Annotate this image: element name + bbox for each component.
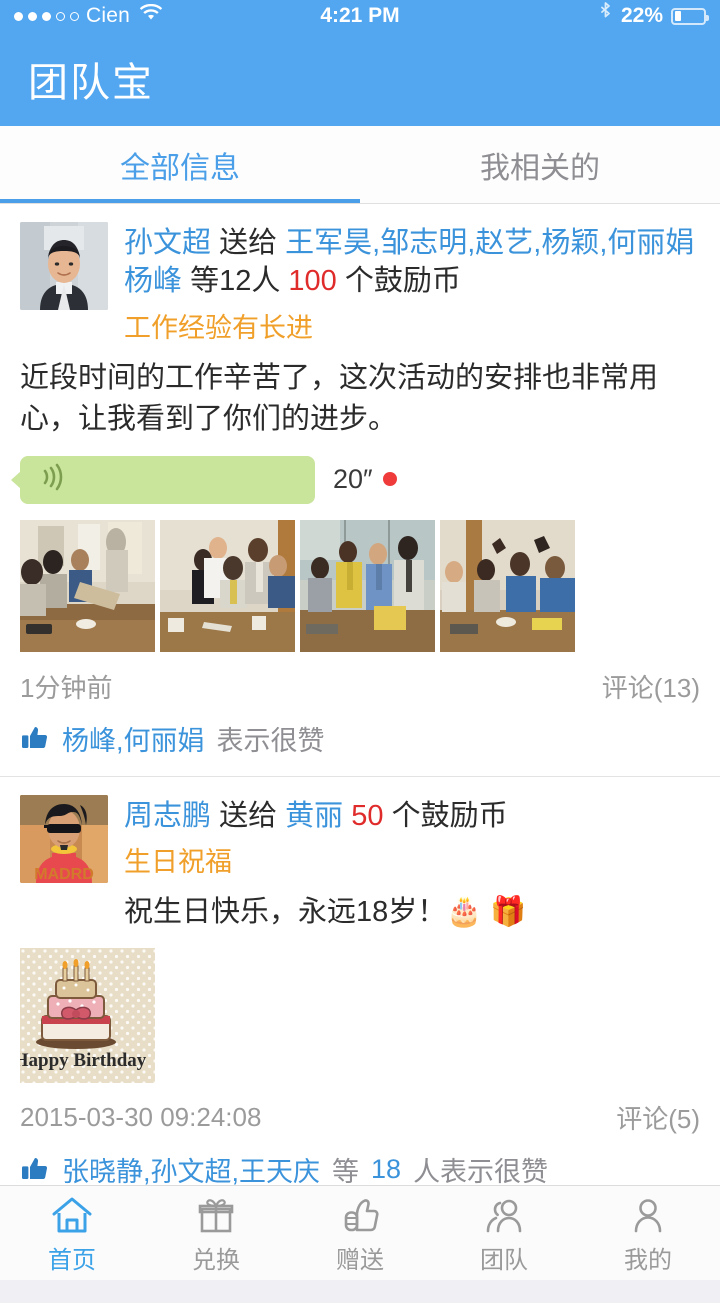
svg-text:Happy Birthday: Happy Birthday	[20, 1050, 147, 1071]
post-timestamp: 1分钟前	[20, 672, 113, 703]
tab-bar: 全部信息 我相关的	[0, 126, 720, 204]
tab-related-to-me[interactable]: 我相关的	[360, 126, 720, 203]
thumbs-up-icon[interactable]	[20, 723, 50, 753]
bottom-nav-item-exchange[interactable]: 兑换	[144, 1191, 288, 1275]
post-headline: 周志鹏 送给 黄丽 50 个鼓励币	[124, 797, 700, 835]
post-image-grid	[20, 519, 700, 652]
post-amount: 100	[288, 265, 337, 298]
thumbs-up-icon[interactable]	[20, 1154, 50, 1184]
post-comments-link[interactable]: 评论(13)	[602, 668, 700, 705]
avatar[interactable]: MADRD	[20, 794, 108, 883]
post-sender[interactable]: 周志鹏	[124, 800, 211, 832]
voice-message-row[interactable]: 20″	[11, 455, 700, 504]
post-headline: 孙文超 送给 王军昊,邹志明,赵艺,杨颖,何丽娟 杨峰 等12人 100 个鼓励…	[124, 224, 700, 301]
post-subject: 生日祝福	[124, 847, 232, 878]
bottom-nav-item-give[interactable]: 赠送	[288, 1191, 432, 1275]
post-comments-link[interactable]: 评论(5)	[616, 1099, 700, 1136]
bottom-nav-item-home[interactable]: 首页	[0, 1191, 144, 1275]
bottom-nav-label: 我的	[624, 1247, 672, 1274]
status-bar-left: Cien	[14, 3, 163, 28]
post-amount: 50	[351, 799, 384, 832]
post-like-names[interactable]: 张晓静,孙文超,王天庆	[62, 1150, 320, 1189]
bottom-nav-label: 兑换	[192, 1247, 240, 1274]
voice-duration-label: 20″	[333, 464, 397, 495]
post-sender[interactable]: 孙文超	[124, 227, 211, 259]
post-verb: 送给	[219, 799, 278, 832]
avatar[interactable]	[20, 222, 108, 310]
post-like-count: 18	[371, 1153, 402, 1184]
bottom-nav-item-team[interactable]: 团队	[432, 1191, 576, 1275]
bottom-nav-label: 首页	[48, 1247, 96, 1274]
post-recipients[interactable]: 黄丽	[285, 800, 343, 832]
bottom-nav-label: 赠送	[336, 1247, 384, 1274]
gift-icon	[195, 1191, 237, 1235]
bottom-nav-label: 团队	[480, 1247, 528, 1274]
bluetooth-icon	[598, 1, 613, 31]
post-image-thumb[interactable]	[20, 519, 155, 652]
birthday-card-image[interactable]: Happy Birthday	[20, 947, 155, 1083]
post-image-thumb[interactable]	[300, 519, 435, 652]
post-image-thumb[interactable]	[440, 519, 575, 652]
battery-icon	[671, 7, 709, 25]
post-image-thumb[interactable]	[160, 519, 295, 652]
post-likes-row: 杨峰,何丽娟 表示很赞	[20, 705, 700, 776]
page-title: 团队宝	[28, 61, 154, 105]
post-meta: 2015-03-30 09:24:08 评论(5)	[20, 1099, 700, 1136]
svg-text:MADRD: MADRD	[34, 866, 94, 883]
person-icon	[627, 1191, 669, 1235]
post-timestamp: 2015-03-30 09:24:08	[20, 1101, 262, 1132]
wifi-icon	[139, 3, 163, 28]
feed-post[interactable]: 孙文超 送给 王军昊,邹志明,赵艺,杨颖,何丽娟 杨峰 等12人 100 个鼓励…	[0, 204, 720, 776]
post-like-mid: 等	[332, 1156, 360, 1187]
post-like-tail: 人表示很赞	[413, 1156, 549, 1187]
voice-unread-dot	[382, 472, 397, 487]
status-bar-right: 22%	[598, 1, 709, 31]
status-bar: Cien 4:21 PM 22%	[0, 0, 720, 32]
thumbs-up-icon	[339, 1191, 381, 1235]
bottom-nav-item-mine[interactable]: 我的	[576, 1191, 720, 1275]
post-amount-unit: 个鼓励币	[344, 265, 461, 298]
bottom-nav-bar: 首页 兑换 赠送 团队 我的	[0, 1185, 720, 1280]
home-icon	[51, 1191, 93, 1235]
people-icon	[483, 1191, 525, 1235]
post-like-names[interactable]: 杨峰,何丽娟	[62, 719, 205, 758]
carrier-label: Cien	[86, 4, 130, 27]
voice-message-bubble[interactable]	[11, 455, 315, 504]
post-subject: 工作经验有长进	[124, 312, 313, 343]
post-like-tail: 表示很赞	[216, 725, 325, 756]
post-others-count: 等12人	[190, 265, 281, 298]
post-content: 近段时间的工作辛苦了，这次活动的安排也非常用心，让我看到了你们的进步。	[20, 361, 659, 435]
battery-percent-label: 22%	[620, 4, 663, 27]
feed-list: 孙文超 送给 王军昊,邹志明,赵艺,杨颖,何丽娟 杨峰 等12人 100 个鼓励…	[0, 204, 720, 1303]
post-amount-unit: 个鼓励币	[391, 799, 508, 832]
app-navbar: 团队宝	[0, 32, 720, 126]
post-meta: 1分钟前 评论(13)	[20, 668, 700, 705]
tab-all-messages[interactable]: 全部信息	[0, 126, 360, 203]
sound-wave-icon	[40, 462, 66, 497]
feed-post[interactable]: MADRD 周志鹏 送给 黄丽 50 个鼓励币 生日祝福 祝生日快乐，永远18岁…	[0, 775, 720, 1207]
signal-strength-icon	[14, 11, 79, 21]
post-verb: 送给	[219, 227, 278, 259]
post-content: 祝生日快乐，永远18岁！🎂 🎁	[124, 896, 527, 929]
